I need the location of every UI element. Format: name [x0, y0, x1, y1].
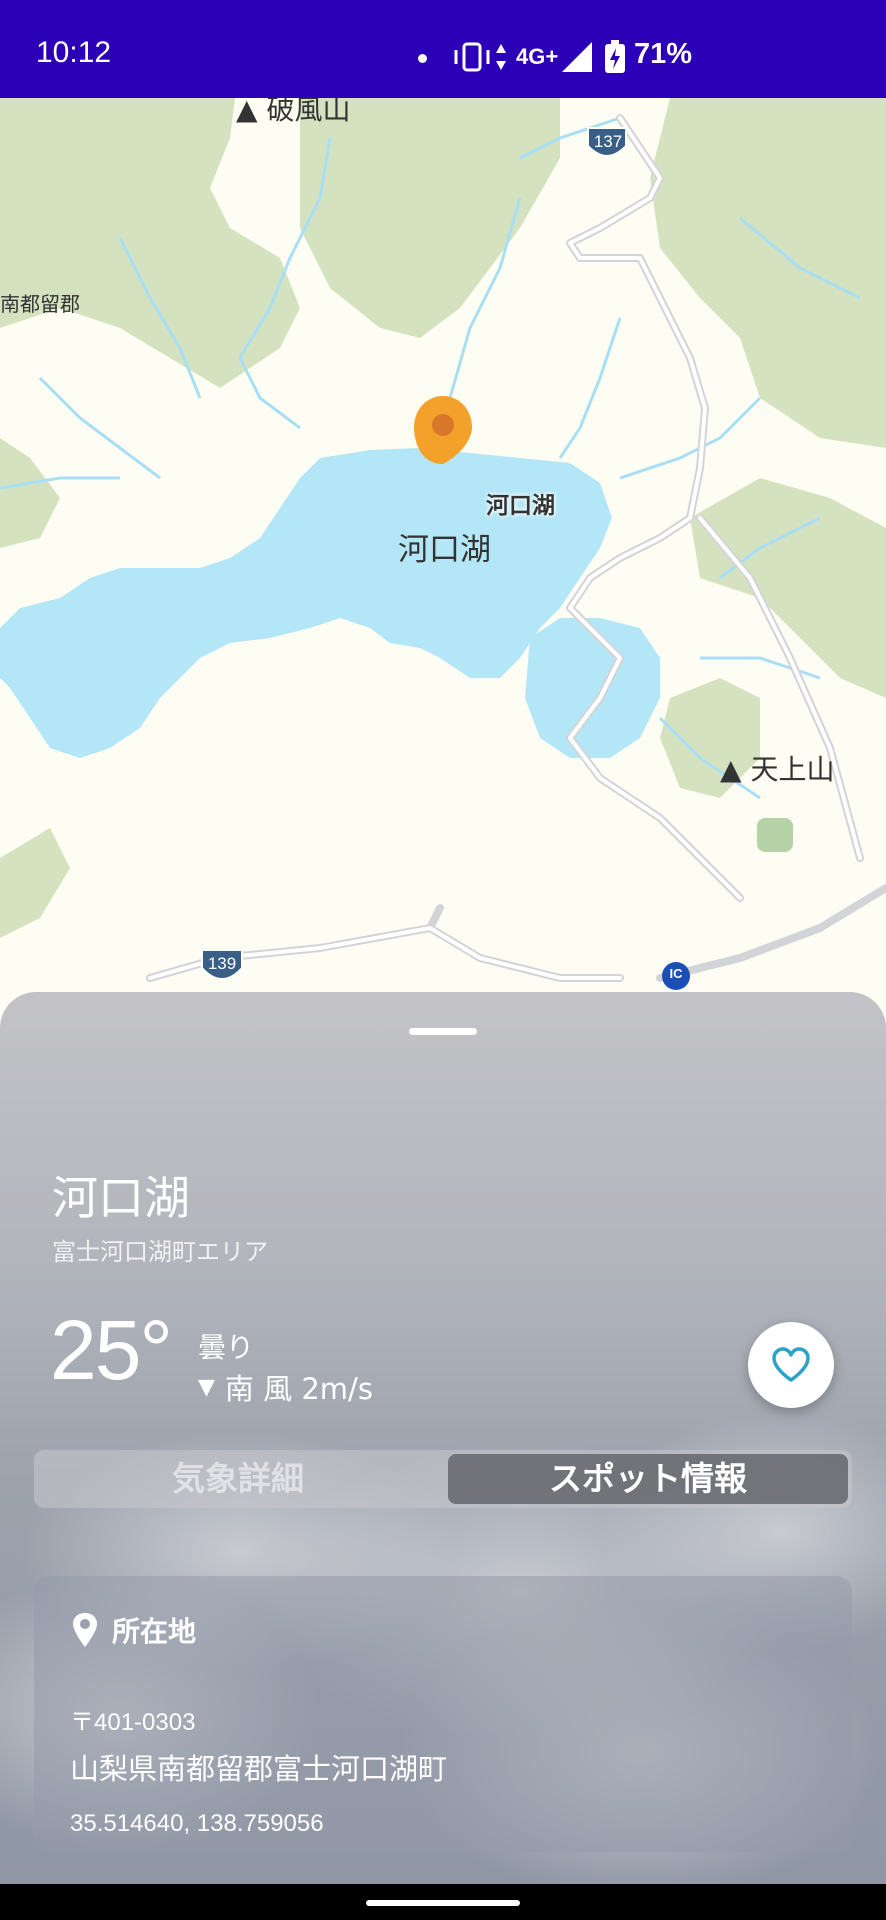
signal-icon: [562, 42, 592, 72]
map-label-mountain-right: ▲ 天上山: [720, 753, 835, 786]
status-time: 10:12: [36, 36, 112, 69]
wind-text: 南 風 2m/s: [224, 1372, 373, 1406]
route-137-label: 137: [593, 132, 623, 151]
map-label-district: 南都留郡: [0, 292, 80, 316]
spot-bottom-sheet[interactable]: 河口湖 富士河口湖町エリア 25° 曇り ▼ 南 風 2m/s 気象詳細 スポッ…: [0, 992, 886, 1884]
tab-spot-info[interactable]: スポット情報: [448, 1454, 848, 1504]
battery-charging-icon: [605, 40, 625, 73]
sheet-drag-handle[interactable]: [409, 1028, 477, 1035]
heart-icon: [772, 1347, 810, 1382]
battery-percent: 71%: [634, 38, 693, 70]
status-bar: 10:12 4G+ 71%: [0, 0, 886, 98]
home-gesture-handle[interactable]: [366, 1900, 520, 1906]
tab-bar: 気象詳細 スポット情報: [34, 1450, 852, 1508]
location-pin-icon: [73, 1613, 97, 1647]
system-navigation-bar: [0, 1884, 886, 1920]
network-type: 4G+: [516, 44, 559, 69]
favorite-button[interactable]: [748, 1322, 834, 1408]
wind-info: ▼ 南 風 2m/s: [198, 1366, 373, 1408]
route-139-label: 139: [207, 954, 237, 973]
location-card-heading: 所在地: [112, 1615, 197, 1648]
vibrate-icon: [454, 42, 490, 72]
spot-area: 富士河口湖町エリア: [52, 1238, 268, 1266]
wind-direction-icon: ▼: [198, 1374, 215, 1400]
tab-weather-details[interactable]: 気象詳細: [38, 1454, 438, 1504]
location-card: 所在地 〒401-0303 山梨県南都留郡富士河口湖町 35.514640, 1…: [34, 1576, 852, 1852]
map-label-lake: 河口湖: [398, 532, 491, 568]
ic-label: IC: [669, 966, 683, 981]
notification-dot-icon: [418, 54, 427, 63]
data-arrows-icon: [496, 44, 506, 70]
map-pin-label: 河口湖: [486, 493, 555, 519]
weather-condition: 曇り: [198, 1331, 255, 1364]
location-card-header: 所在地: [72, 1610, 196, 1650]
address: 山梨県南都留郡富士河口湖町: [70, 1752, 448, 1786]
map-view[interactable]: ▲ 破風山 南都留郡 河口湖 河口湖 ▲ 天上山 137 139 IC: [0, 98, 886, 998]
spot-name: 河口湖: [52, 1171, 190, 1225]
coordinates: 35.514640, 138.759056: [70, 1810, 324, 1837]
postal-code: 〒401-0303: [70, 1709, 196, 1736]
temperature: 25°: [50, 1303, 173, 1397]
map-label-mountain: ▲ 破風山: [236, 98, 351, 126]
